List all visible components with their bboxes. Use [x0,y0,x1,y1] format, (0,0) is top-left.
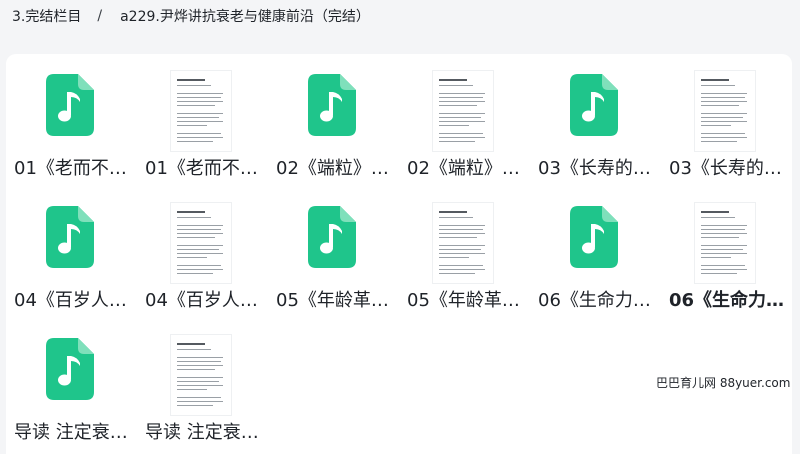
audio-file-tile[interactable]: 02《端粒》… [270,56,394,186]
file-thumbnail [139,202,263,284]
document-thumbnail [694,202,756,284]
document-file-tile[interactable]: 05《年龄革… [401,188,525,318]
file-thumbnail [8,334,132,416]
document-file-tile[interactable]: 04《百岁人… [139,188,263,318]
file-name: 02《端粒》… [276,158,389,179]
document-thumbnail [694,70,756,152]
document-thumbnail [170,334,232,416]
audio-file-tile[interactable]: 导读 注定衰… [8,320,132,450]
document-file-tile[interactable]: 02《端粒》… [401,56,525,186]
document-file-tile[interactable]: 06《生命力… [663,188,787,318]
file-name: 04《百岁人… [14,290,127,311]
music-note-file-icon [570,206,618,268]
file-name: 06《生命力… [538,290,651,311]
file-thumbnail [401,202,525,284]
music-note-file-icon [308,74,356,136]
file-thumbnail [663,202,787,284]
audio-file-tile[interactable]: 03《长寿的… [532,56,656,186]
file-thumbnail [8,70,132,152]
music-note-file-icon [46,206,94,268]
file-thumbnail [532,202,656,284]
file-thumbnail [139,334,263,416]
breadcrumb-current: a229.尹烨讲抗衰老与健康前沿（完结） [120,9,370,25]
music-note-file-icon [46,74,94,136]
breadcrumb-separator: / [97,8,103,24]
breadcrumb-parent-link[interactable]: 3.完结栏目 [12,6,81,26]
file-name: 导读 注定衰… [14,422,128,443]
file-name: 导读 注定衰… [145,422,259,443]
music-note-file-icon [46,338,94,400]
document-file-tile[interactable]: 01《老而不… [139,56,263,186]
audio-file-tile[interactable]: 04《百岁人… [8,188,132,318]
file-name: 05《年龄革… [407,290,520,311]
file-name: 03《长寿的… [669,158,782,179]
file-name: 02《端粒》… [407,158,520,179]
file-thumbnail [270,202,394,284]
file-thumbnail [401,70,525,152]
file-thumbnail [270,70,394,152]
watermark: 巴巴育儿网 88yuer.com [656,376,791,390]
document-thumbnail [432,70,494,152]
file-name: 01《老而不… [14,158,127,179]
file-name: 05《年龄革… [276,290,389,311]
audio-file-tile[interactable]: 05《年龄革… [270,188,394,318]
document-file-tile[interactable]: 导读 注定衰… [139,320,263,450]
file-name: 01《老而不… [145,158,258,179]
file-name: 06《生命力… [669,290,785,311]
audio-file-tile[interactable]: 06《生命力… [532,188,656,318]
document-thumbnail [170,202,232,284]
music-note-file-icon [308,206,356,268]
breadcrumb: 3.完结栏目 / a229.尹烨讲抗衰老与健康前沿（完结） [12,6,370,26]
file-thumbnail [139,70,263,152]
file-thumbnail [663,70,787,152]
audio-file-tile[interactable]: 01《老而不… [8,56,132,186]
document-thumbnail [170,70,232,152]
document-file-tile[interactable]: 03《长寿的… [663,56,787,186]
file-name: 03《长寿的… [538,158,651,179]
document-thumbnail [432,202,494,284]
file-thumbnail [532,70,656,152]
file-thumbnail [8,202,132,284]
music-note-file-icon [570,74,618,136]
file-name: 04《百岁人… [145,290,258,311]
